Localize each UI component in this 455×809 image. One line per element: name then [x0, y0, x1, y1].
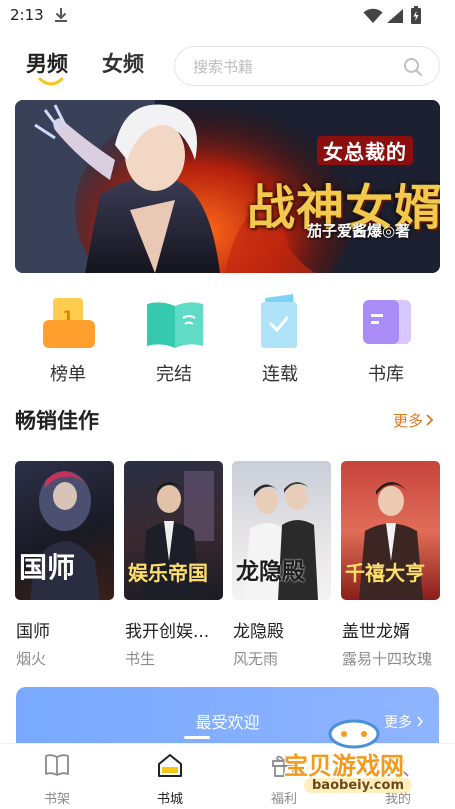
- favorites-more-link[interactable]: 更多: [384, 712, 424, 732]
- serial-book-icon: [261, 294, 297, 348]
- book-cover[interactable]: 龙隐殿: [232, 461, 331, 600]
- book-author: 风无雨: [233, 650, 279, 668]
- cover-title: 娱乐帝国: [128, 561, 208, 585]
- tab-male[interactable]: 男频: [26, 48, 68, 78]
- bottom-nav-label: 福利: [270, 792, 297, 807]
- wifi-icon: [363, 8, 383, 23]
- bottom-nav: 书架 书城 福利 我的: [0, 743, 455, 809]
- book-title[interactable]: 盖世龙婿: [342, 617, 442, 642]
- cover-title: 国师: [19, 551, 76, 584]
- tab-female[interactable]: 女频: [102, 48, 144, 78]
- favorites-tab-indicator: [184, 736, 210, 739]
- more-label: 更多: [384, 715, 412, 731]
- ranking-icon: 1: [43, 298, 95, 348]
- quick-nav-finished[interactable]: 完结: [134, 290, 214, 390]
- library-icon: [363, 300, 411, 344]
- book-cover[interactable]: 国师: [15, 461, 114, 600]
- download-icon: [55, 8, 67, 22]
- quick-nav-label: 完结: [156, 364, 192, 385]
- book-title[interactable]: 龙隐殿: [233, 617, 333, 642]
- quick-nav-library[interactable]: 书库: [346, 290, 426, 390]
- finished-book-icon: [147, 302, 203, 348]
- bottom-nav-bookstore[interactable]: 书城: [130, 744, 210, 809]
- more-label: 更多: [393, 412, 424, 430]
- search-input[interactable]: [193, 56, 393, 78]
- quick-nav-label: 榜单: [50, 364, 86, 385]
- quick-nav-serial[interactable]: 连载: [240, 290, 320, 390]
- banner-subtitle: 女总裁的: [317, 136, 413, 165]
- promo-banner[interactable]: 女总裁的 战神女婿 茄子爱酱爆◎著: [15, 100, 440, 273]
- bottom-nav-label: 我的: [384, 792, 411, 807]
- banner-author: 茄子爱酱爆◎著: [307, 222, 411, 240]
- profile-icon: [387, 755, 409, 777]
- bottom-nav-welfare[interactable]: 福利: [244, 744, 324, 809]
- book-author: 书生: [125, 650, 156, 668]
- book-cover[interactable]: 千禧大亨: [341, 461, 440, 600]
- quick-nav: 1 榜单 完结 连载 书库: [0, 290, 455, 390]
- favorites-title: 最受欢迎: [195, 713, 260, 732]
- cover-title: 千禧大亨: [345, 561, 425, 585]
- gift-icon: [272, 755, 296, 777]
- book-cover[interactable]: 娱乐帝国: [124, 461, 223, 600]
- header: 男频 女频: [0, 40, 455, 90]
- status-time: 2:13: [10, 6, 44, 24]
- book-author: 露易十四玫瑰: [342, 650, 433, 668]
- cellular-icon: [387, 9, 403, 23]
- section-title-bestsellers: 畅销佳作: [15, 409, 99, 433]
- bottom-nav-label: 书架: [43, 792, 70, 807]
- chevron-right-icon: [426, 414, 434, 426]
- favorites-header[interactable]: 最受欢迎 更多: [16, 687, 439, 747]
- battery-icon: [411, 6, 421, 24]
- bottom-nav-label: 书城: [156, 792, 183, 807]
- chevron-right-icon: [417, 716, 424, 727]
- cover-title: 龙隐殿: [236, 559, 305, 585]
- book-author: 烟火: [16, 650, 47, 668]
- bookshelf-icon: [45, 754, 69, 776]
- search-box[interactable]: [174, 46, 440, 86]
- book-title[interactable]: 国师: [16, 617, 116, 642]
- quick-nav-label: 连载: [262, 364, 298, 385]
- bottom-nav-profile[interactable]: 我的: [358, 744, 438, 809]
- tab-active-indicator: [38, 77, 64, 86]
- book-title[interactable]: 我开创娱...: [125, 617, 225, 642]
- search-icon[interactable]: [403, 57, 423, 77]
- quick-nav-label: 书库: [368, 364, 404, 385]
- bottom-nav-bookshelf[interactable]: 书架: [17, 744, 97, 809]
- bookstore-icon: [158, 754, 182, 777]
- status-bar: 2:13: [0, 0, 455, 32]
- quick-nav-ranking[interactable]: 1 榜单: [28, 290, 108, 390]
- bestsellers-more-link[interactable]: 更多: [393, 410, 434, 431]
